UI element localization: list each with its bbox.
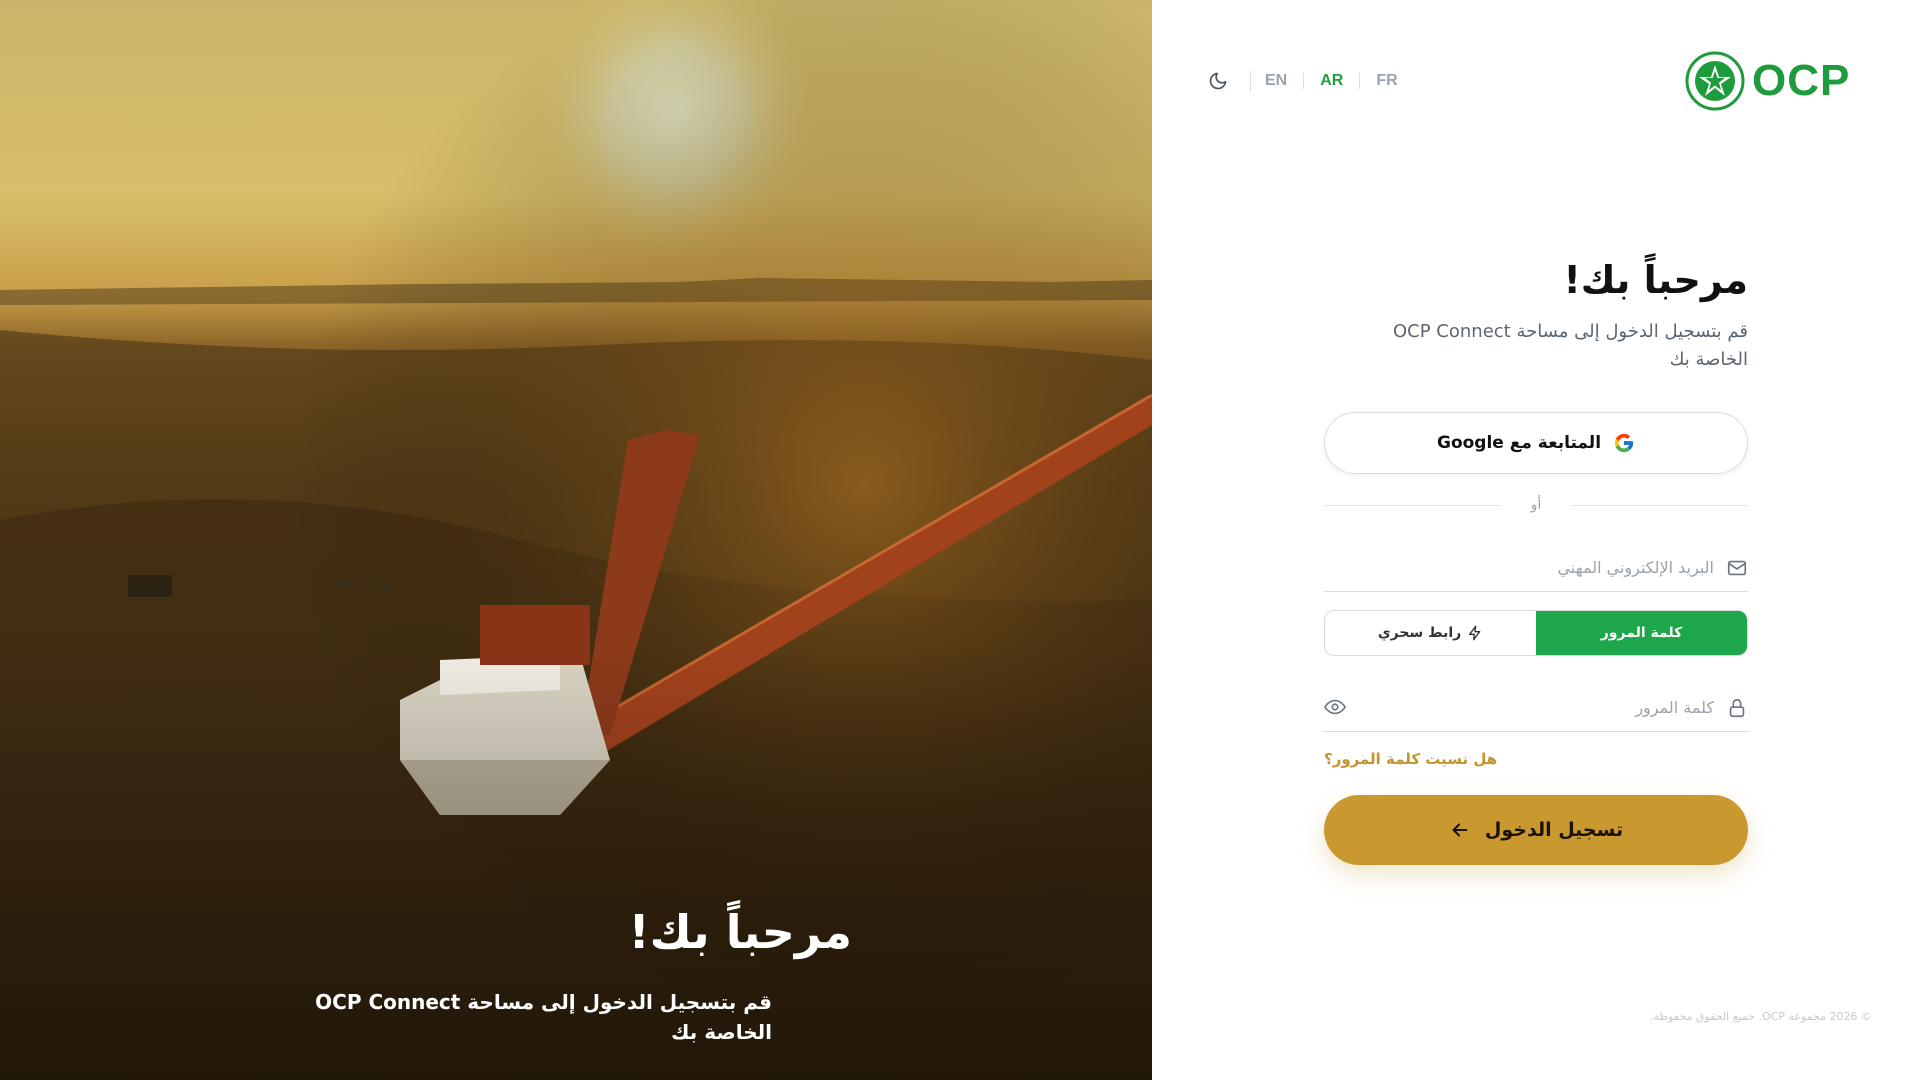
password-mode-label: كلمة المرور [1600,625,1683,641]
arrow-left-icon [1452,823,1468,837]
lang-en-button[interactable]: EN [1265,72,1287,90]
magic-link-label: رابط سحري [1377,625,1462,641]
magic-link-mode-tab[interactable]: رابط سحري [1325,611,1536,655]
divider-line [1571,504,1748,506]
password-field[interactable]: كلمة المرور [1324,684,1748,732]
divider [1250,71,1251,91]
ocp-star-emblem-icon [1685,51,1745,111]
hero-panel: مرحباً بك! قم بتسجيل الدخول إلى مساحة OC… [0,0,1152,1080]
moon-icon [1209,72,1227,90]
hero-title: مرحباً بك! [628,905,852,959]
or-label: أو [1530,497,1542,513]
login-panel [1152,0,1920,1080]
login-page: مرحباً بك! قم بتسجيل الدخول إلى مساحة OC… [0,0,1920,1080]
lock-icon [1729,698,1745,717]
or-divider: أو [1324,495,1748,515]
login-form: مرحباً بك! قم بتسجيل الدخول إلى مساحة OC… [1324,252,1748,865]
copyright-footer: © 2026 مجموعة OCP. جميع الحقوق محفوظة. [1650,1010,1872,1023]
google-signin-button[interactable]: المتابعة مع Google [1324,412,1748,474]
form-subtitle: قم بتسجيل الدخول إلى مساحة OCP Connect ا… [1392,321,1748,370]
hero-subtitle: قم بتسجيل الدخول إلى مساحة OCP Connect ا… [315,990,772,1044]
eye-icon[interactable] [1324,696,1346,718]
auth-method-toggle: كلمة المرور رابط سحري [1324,610,1748,656]
google-signin-label: المتابعة مع Google [1436,433,1602,453]
login-button-label: تسجيل الدخول [1484,819,1624,841]
lang-fr-button[interactable]: FR [1376,72,1397,90]
forgot-password-link[interactable]: هل نسيت كلمة المرور؟ [1324,750,1497,768]
divider [1303,73,1305,89]
login-button[interactable]: تسجيل الدخول [1324,795,1748,865]
logo-text: OCP [1752,56,1851,105]
divider-line [1324,504,1501,506]
mail-icon [1727,560,1747,575]
top-bar: EN AR FR [1200,64,1398,98]
ocp-logo: OCP [1684,50,1872,112]
divider [1359,73,1361,89]
theme-toggle-button[interactable] [1200,64,1236,98]
lang-ar-button[interactable]: AR [1320,72,1343,90]
password-mode-tab[interactable]: كلمة المرور [1536,611,1747,655]
form-title: مرحباً بك! [1563,258,1748,302]
email-field[interactable]: البريد الإلكتروني المهني [1324,544,1748,592]
email-placeholder: البريد الإلكتروني المهني [1557,558,1714,577]
password-placeholder: كلمة المرور [1635,698,1714,717]
lightning-icon [1469,625,1481,641]
forgot-password-row: هل نسيت كلمة المرور؟ [1324,749,1748,768]
google-icon [1614,433,1634,453]
